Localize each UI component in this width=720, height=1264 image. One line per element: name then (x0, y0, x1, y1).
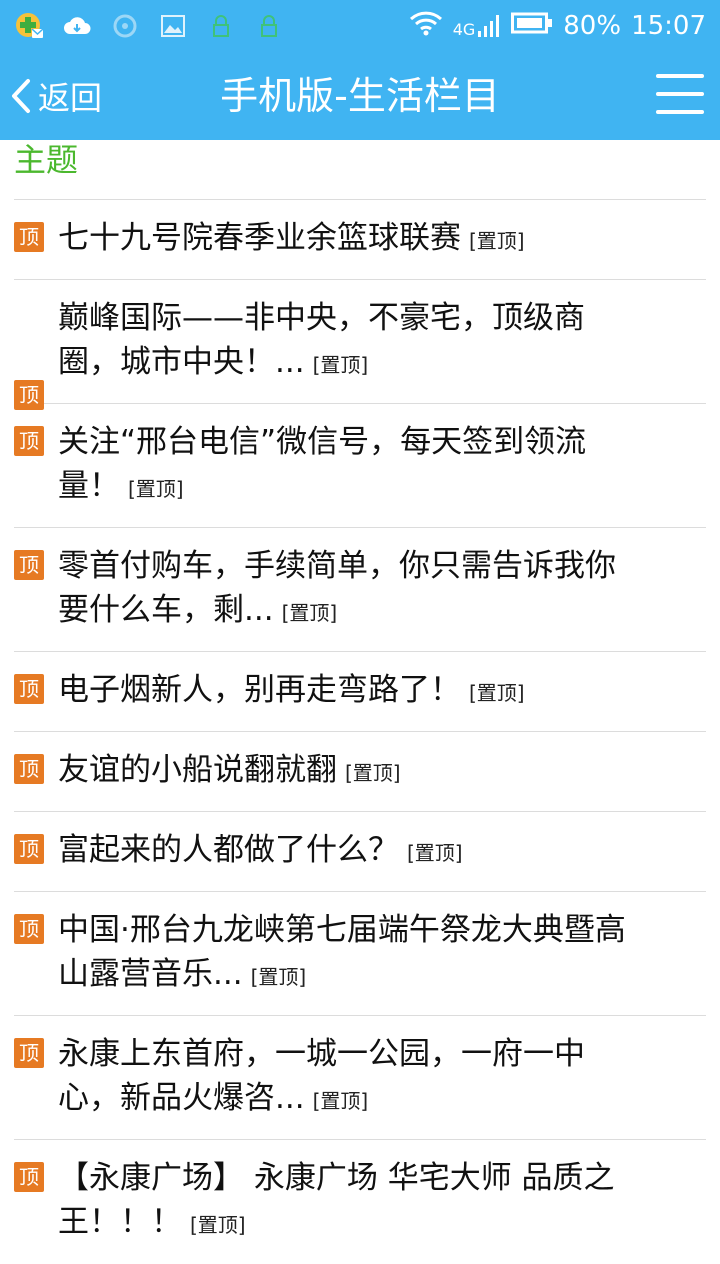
pinned-tag: [置顶] (250, 965, 307, 989)
network-type: 4G (452, 20, 476, 39)
list-item-line2: 王！！！ (58, 1204, 182, 1240)
list-item[interactable]: 顶 巅峰国际——非中央，不豪宅，顶级商 圈，城市中央！... [置顶] (14, 280, 706, 410)
list-item-line1: 零首付购车，手续简单，你只需告诉我你 (58, 548, 616, 584)
signal-icon: 4G (453, 13, 502, 39)
nav-bar: 返回 手机版-生活栏目 (0, 52, 720, 140)
page-title: 手机版-生活栏目 (220, 74, 500, 118)
back-label: 返回 (38, 79, 103, 117)
hamburger-menu-icon[interactable] (656, 74, 704, 118)
list-item-line2: 山露营音乐... (58, 956, 243, 992)
list-item-text: 永康上东首府，一城一公园，一府一中 心，新品火爆咨... [置顶] (58, 1016, 706, 1123)
battery-icon (511, 11, 553, 42)
list-item-text: 电子烟新人，别再走弯路了！ [置顶] (58, 652, 706, 715)
list-item[interactable]: 顶 友谊的小船说翻就翻 [置顶] (14, 732, 706, 812)
list-item[interactable]: 顶 【永康广场】 永康广场 华宅大师 品质之 王！！！ [置顶] (14, 1140, 706, 1264)
topic-list: 顶 七十九号院春季业余篮球联赛 [置顶] 顶 巅峰国际——非中央，不豪宅，顶级商 … (14, 200, 706, 1264)
list-item[interactable]: 顶 关注“邢台电信”微信号，每天签到领流 量！ [置顶] (14, 404, 706, 528)
pinned-tag: [置顶] (407, 841, 463, 865)
list-item[interactable]: 顶 七十九号院春季业余篮球联赛 [置顶] (14, 200, 706, 280)
list-item-line1: 关注“邢台电信”微信号，每天签到领流 (58, 424, 587, 460)
list-item-line1: 七十九号院春季业余篮球联赛 (58, 220, 461, 256)
lock-icon (254, 11, 284, 41)
list-item-line1: 中国·邢台九龙峡第七届端午祭龙大典暨高 (58, 912, 626, 948)
section-title: 主题 (14, 141, 79, 179)
list-item-line1: 富起来的人都做了什么？ (58, 832, 399, 868)
battery-percent: 80% (563, 11, 622, 41)
pinned-badge: 顶 (14, 426, 44, 456)
pinned-tag: [置顶] (190, 1213, 246, 1237)
pinned-tag: [置顶] (469, 681, 525, 705)
pinned-tag: [置顶] (469, 229, 525, 253)
list-item-text: 零首付购车，手续简单，你只需告诉我你 要什么车，剩... [置顶] (58, 528, 706, 635)
status-bar: 4G 80% 15:07 (0, 0, 720, 52)
list-item-text: 七十九号院春季业余篮球联赛 [置顶] (58, 200, 706, 263)
status-bar-right: 4G 80% 15:07 (409, 8, 706, 44)
chevron-left-icon (12, 79, 30, 113)
list-item-line1: 【永康广场】 永康广场 华宅大师 品质之 (58, 1160, 615, 1196)
lock-icon (206, 11, 236, 41)
list-item-line1: 永康上东首府，一城一公园，一府一中 (58, 1036, 585, 1072)
list-item-line2: 心，新品火爆咨... (58, 1080, 305, 1116)
list-item-text: 富起来的人都做了什么？ [置顶] (58, 812, 706, 875)
circle-icon (110, 11, 140, 41)
app-logo-icon (14, 11, 44, 41)
clock: 15:07 (631, 11, 706, 41)
list-item-text: 关注“邢台电信”微信号，每天签到领流 量！ [置顶] (58, 404, 706, 511)
pinned-badge: 顶 (14, 1162, 44, 1192)
list-item[interactable]: 顶 零首付购车，手续简单，你只需告诉我你 要什么车，剩... [置顶] (14, 528, 706, 652)
list-item-line1: 电子烟新人，别再走弯路了！ (58, 672, 461, 708)
image-icon (158, 11, 188, 41)
pinned-badge: 顶 (14, 674, 44, 704)
list-item-line2: 要什么车，剩... (58, 592, 274, 628)
pinned-badge: 顶 (14, 834, 44, 864)
pinned-tag: [置顶] (281, 601, 338, 625)
list-item-line1: 巅峰国际——非中央，不豪宅，顶级商 (58, 300, 585, 336)
list-item-line1: 友谊的小船说翻就翻 (58, 752, 337, 788)
list-item[interactable]: 顶 永康上东首府，一城一公园，一府一中 心，新品火爆咨... [置顶] (14, 1016, 706, 1140)
list-item-text: 友谊的小船说翻就翻 [置顶] (58, 732, 706, 795)
pinned-tag: [置顶] (128, 477, 184, 501)
section-header: 主题 (14, 140, 706, 200)
pinned-badge: 顶 (14, 222, 44, 252)
pinned-badge: 顶 (14, 754, 44, 784)
list-item[interactable]: 顶 中国·邢台九龙峡第七届端午祭龙大典暨高 山露营音乐... [置顶] (14, 892, 706, 1016)
list-item-text: 中国·邢台九龙峡第七届端午祭龙大典暨高 山露营音乐... [置顶] (58, 892, 706, 999)
status-bar-left (14, 8, 284, 44)
pinned-badge: 顶 (14, 1038, 44, 1068)
pinned-badge: 顶 (14, 914, 44, 944)
pinned-tag: [置顶] (312, 1089, 369, 1113)
wifi-icon (409, 10, 443, 43)
pinned-badge: 顶 (14, 550, 44, 580)
list-item-text: 【永康广场】 永康广场 华宅大师 品质之 王！！！ [置顶] (58, 1140, 706, 1247)
cloud-download-icon (62, 11, 92, 41)
list-item-line2: 量！ (58, 468, 120, 504)
pinned-tag: [置顶] (345, 761, 401, 785)
back-button[interactable]: 返回 (6, 52, 102, 140)
list-item[interactable]: 顶 电子烟新人，别再走弯路了！ [置顶] (14, 652, 706, 732)
list-item-line2: 圈，城市中央！... (58, 344, 305, 380)
list-item[interactable]: 顶 富起来的人都做了什么？ [置顶] (14, 812, 706, 892)
list-item-text: 巅峰国际——非中央，不豪宅，顶级商 圈，城市中央！... [置顶] (58, 280, 706, 387)
pinned-tag: [置顶] (312, 353, 369, 377)
